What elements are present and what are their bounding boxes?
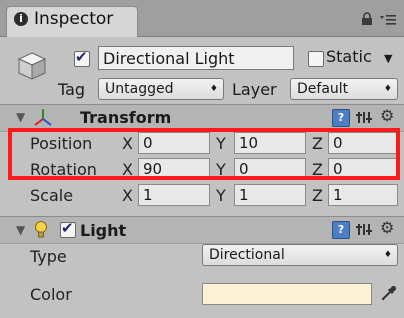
help-icon[interactable]: ? bbox=[332, 109, 350, 127]
chevron-updown-icon: ♦ bbox=[383, 84, 392, 94]
layer-dropdown[interactable]: Default ♦ bbox=[290, 78, 398, 100]
fold-arrow-icon[interactable]: ▼ bbox=[16, 110, 25, 124]
tag-value: Untagged bbox=[105, 81, 174, 97]
transform-axes-icon bbox=[34, 109, 52, 126]
preset-icon[interactable] bbox=[356, 221, 372, 237]
scale-label: Scale bbox=[30, 186, 74, 205]
light-title: Light bbox=[80, 221, 127, 240]
preset-icon[interactable] bbox=[356, 109, 372, 125]
light-enabled-checkbox[interactable] bbox=[60, 219, 76, 238]
layer-label: Layer bbox=[232, 80, 277, 99]
info-icon: i bbox=[14, 12, 28, 26]
type-value: Directional bbox=[209, 247, 285, 263]
tab-label: Inspector bbox=[34, 9, 114, 29]
fold-arrow-icon[interactable]: ▼ bbox=[16, 223, 25, 237]
static-label: Static bbox=[326, 47, 372, 66]
eyedropper-icon[interactable] bbox=[380, 284, 398, 302]
active-checkbox[interactable] bbox=[74, 48, 90, 67]
chevron-updown-icon: ♦ bbox=[209, 84, 218, 94]
object-name-field[interactable]: Directional Light bbox=[98, 46, 294, 70]
gear-icon[interactable]: ⚙ bbox=[380, 218, 394, 237]
chevron-updown-icon: ♦ bbox=[383, 250, 392, 260]
gameobject-cube-icon bbox=[17, 52, 47, 80]
tag-dropdown[interactable]: Untagged ♦ bbox=[98, 78, 224, 100]
layer-value: Default bbox=[297, 81, 349, 97]
tag-label: Tag bbox=[58, 80, 86, 99]
lock-icon[interactable] bbox=[360, 12, 374, 26]
scale-x-axis: X bbox=[122, 186, 133, 205]
menu-icon[interactable] bbox=[380, 13, 396, 25]
scale-x-field[interactable]: 1 bbox=[138, 184, 210, 206]
gear-icon[interactable]: ⚙ bbox=[380, 106, 394, 125]
scale-z-field[interactable]: 1 bbox=[328, 184, 398, 206]
static-dropdown-arrow[interactable]: ▼ bbox=[384, 52, 392, 65]
help-icon[interactable]: ? bbox=[332, 221, 350, 239]
scale-z-axis: Z bbox=[312, 186, 323, 205]
type-label: Type bbox=[30, 247, 67, 266]
color-label: Color bbox=[30, 285, 72, 304]
light-bulb-icon bbox=[35, 221, 47, 238]
color-field[interactable] bbox=[202, 283, 372, 305]
scale-y-axis: Y bbox=[216, 186, 226, 205]
highlight-box bbox=[8, 128, 400, 180]
transform-title: Transform bbox=[80, 108, 172, 127]
scale-y-field[interactable]: 1 bbox=[234, 184, 306, 206]
static-checkbox[interactable] bbox=[308, 51, 324, 67]
type-dropdown[interactable]: Directional ♦ bbox=[202, 244, 398, 266]
